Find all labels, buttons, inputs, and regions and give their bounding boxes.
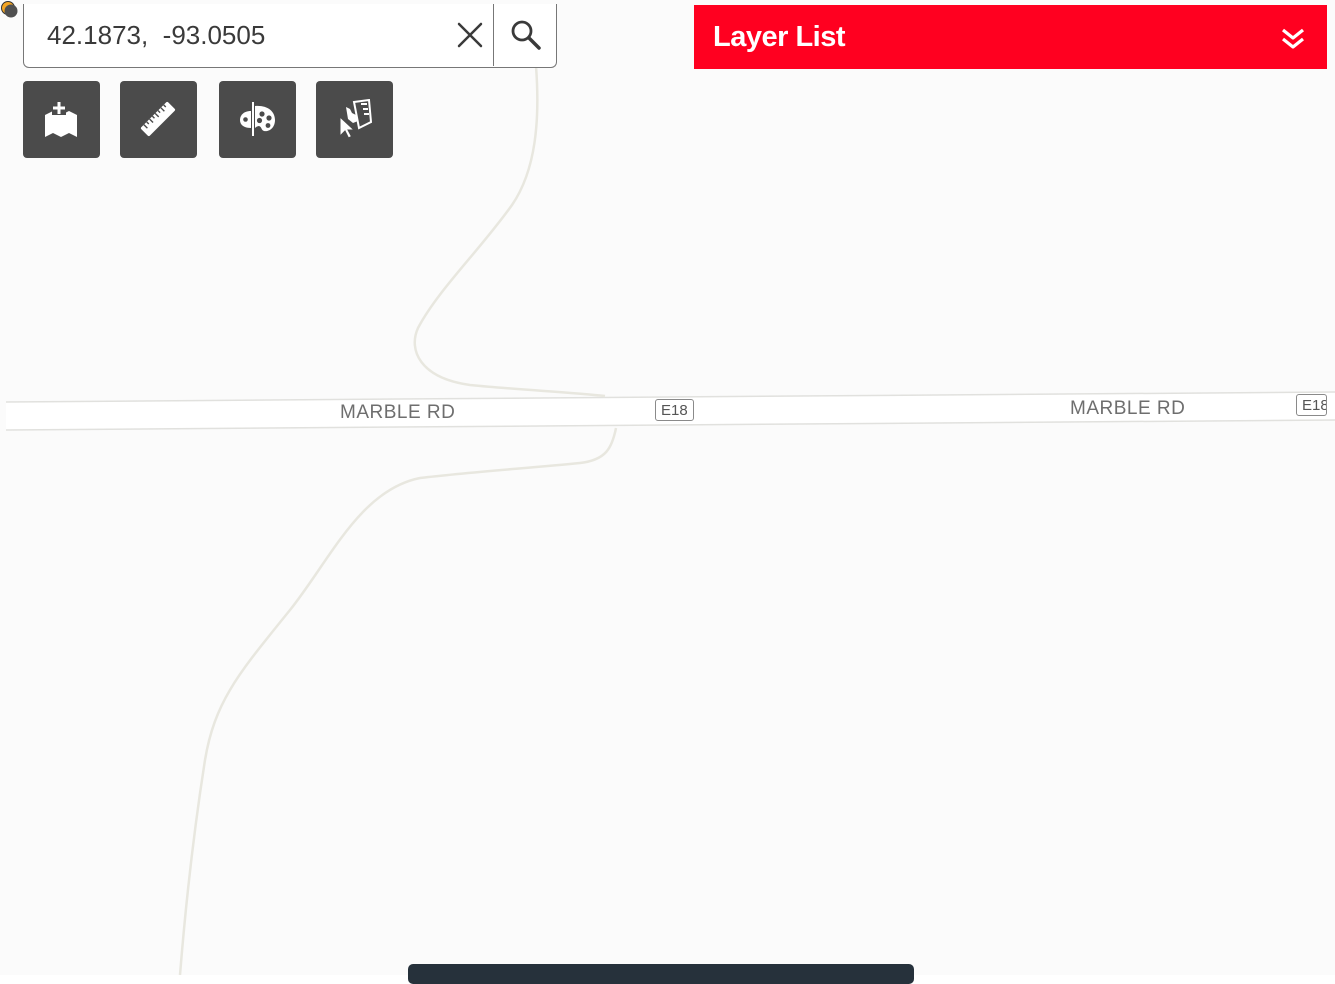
select-button[interactable] (316, 81, 393, 158)
select-cursor-icon (339, 99, 373, 139)
map-view[interactable]: MARBLE RD E18 MARBLE RD E18 (0, 0, 1335, 975)
basemap-gallery-button[interactable] (219, 81, 296, 158)
ruler-icon (140, 101, 176, 137)
search-button[interactable] (493, 4, 557, 66)
add-data-icon (45, 101, 77, 137)
bottom-panel-tab[interactable] (408, 964, 914, 984)
add-data-button[interactable] (23, 81, 100, 158)
location-marker[interactable] (0, 0, 20, 20)
layer-list-title: Layer List (713, 21, 846, 53)
search-icon (511, 20, 541, 50)
layer-list-header[interactable]: Layer List (694, 5, 1327, 69)
close-icon (457, 22, 483, 48)
route-shield: E18 (655, 399, 694, 421)
clear-search-button[interactable] (452, 16, 488, 54)
route-shield: E18 (1296, 394, 1327, 416)
measure-button[interactable] (120, 81, 197, 158)
chevron-double-down-icon (1282, 28, 1304, 49)
stream-north (413, 65, 606, 398)
road-label: MARBLE RD (340, 402, 456, 423)
basemap-palette-icon (240, 102, 275, 136)
basemap-layer (5, 65, 1335, 975)
road-label: MARBLE RD (1070, 398, 1186, 419)
stream-south (178, 427, 618, 975)
search-input[interactable] (24, 4, 444, 66)
search-widget (23, 4, 557, 68)
